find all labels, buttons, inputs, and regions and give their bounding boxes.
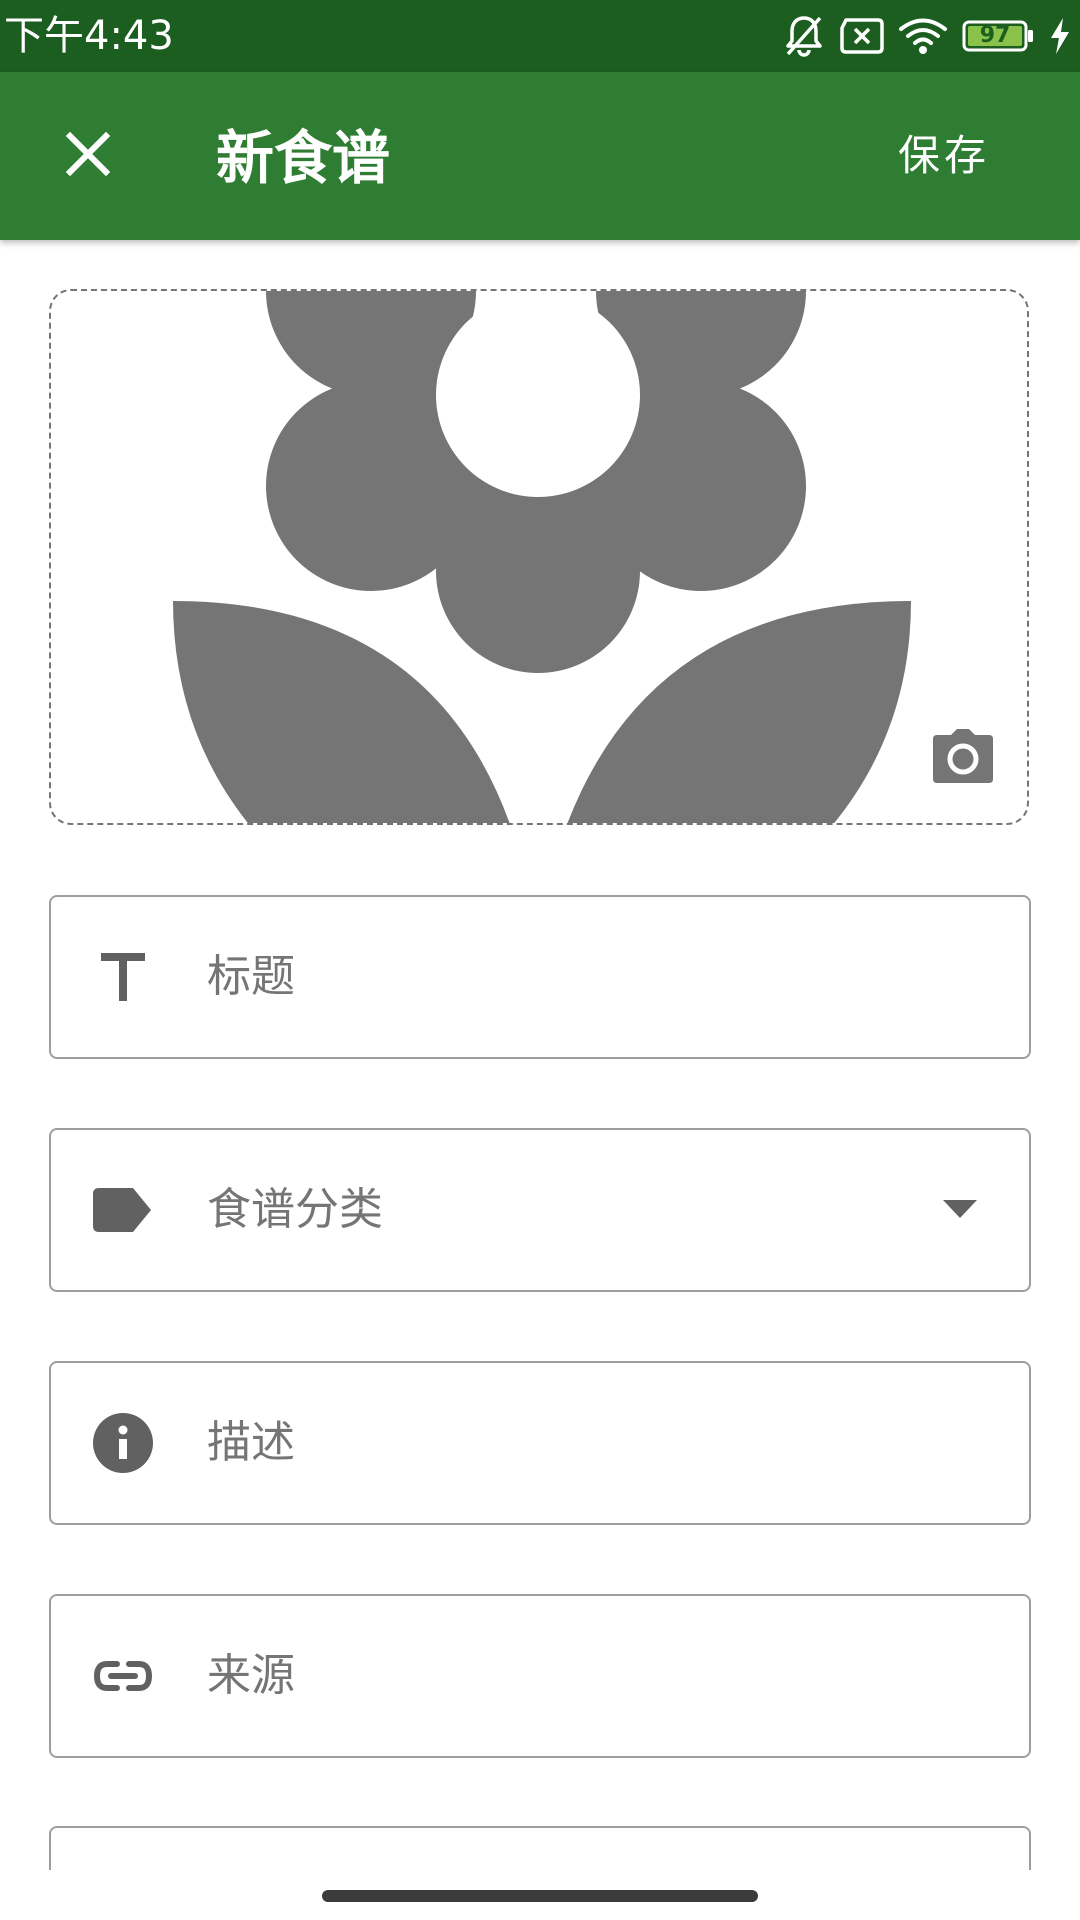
status-bar: 下午4:43 97 <box>0 0 1080 72</box>
description-field[interactable]: 描述 <box>49 1361 1031 1525</box>
label-icon <box>91 1178 155 1242</box>
camera-button[interactable] <box>931 729 995 785</box>
source-field[interactable]: 来源 <box>49 1594 1031 1758</box>
page-title: 新食谱 <box>216 124 391 192</box>
sim-off-icon <box>838 18 884 54</box>
bell-off-icon <box>784 14 824 58</box>
status-icons: 97 <box>784 10 1072 62</box>
info-icon <box>91 1411 155 1475</box>
recipe-image-picker[interactable] <box>49 289 1029 825</box>
close-icon <box>64 130 112 182</box>
app-bar: 新食谱 保存 <box>0 72 1080 240</box>
status-time: 下午4:43 <box>4 13 174 59</box>
charging-icon <box>1048 16 1072 56</box>
title-icon <box>91 945 155 1009</box>
battery-level: 97 <box>979 23 1011 48</box>
new-recipe-screen: 下午4:43 97 新食谱 保存 标题 食谱分类 描述 来源 <box>0 0 1080 1920</box>
camera-icon <box>933 729 993 783</box>
home-indicator[interactable] <box>322 1890 758 1902</box>
battery-icon: 97 <box>962 20 1034 52</box>
link-icon <box>91 1644 155 1708</box>
title-field-label: 标题 <box>207 951 295 1002</box>
save-button[interactable]: 保存 <box>898 128 990 184</box>
category-dropdown[interactable]: 食谱分类 <box>49 1128 1031 1292</box>
title-field[interactable]: 标题 <box>49 895 1031 1059</box>
description-field-label: 描述 <box>207 1417 295 1468</box>
close-button[interactable] <box>44 112 132 200</box>
source-field-label: 来源 <box>207 1650 295 1701</box>
dropdown-arrow-icon <box>943 1200 977 1218</box>
flower-icon <box>173 291 911 823</box>
category-field-label: 食谱分类 <box>207 1184 383 1235</box>
wifi-icon <box>898 16 948 56</box>
